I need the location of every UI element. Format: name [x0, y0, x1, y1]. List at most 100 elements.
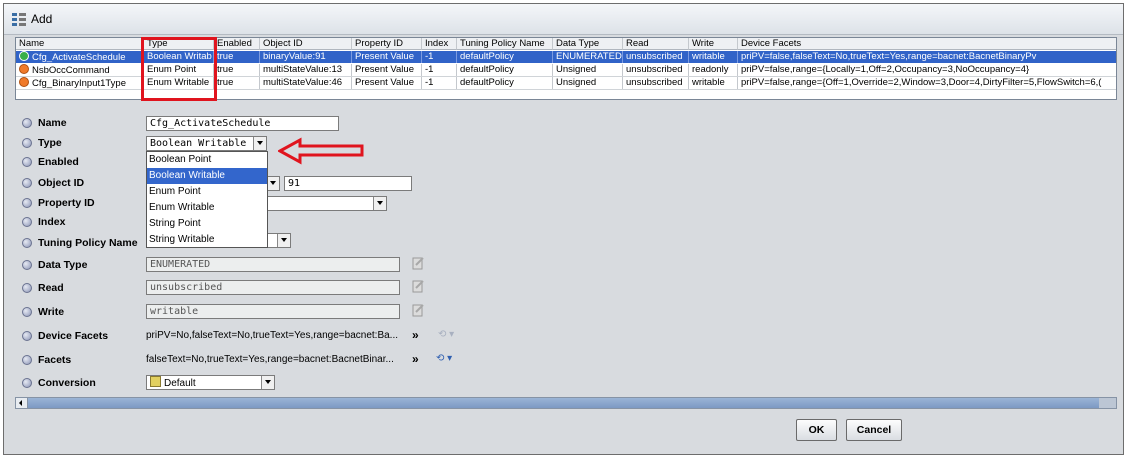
add-points-icon [12, 13, 26, 26]
chevron-down-icon[interactable] [277, 234, 290, 247]
radio-icon [22, 331, 32, 341]
cell-data-type: Unsigned [553, 77, 623, 89]
chevron-down-icon[interactable] [373, 197, 386, 210]
label-property-id: Property ID [38, 197, 95, 209]
facets-edit-disabled-icon: ⟲ ▾ [438, 329, 455, 340]
dialog-title: Add [31, 12, 53, 26]
cell-index: -1 [422, 64, 457, 76]
object-instance-input[interactable]: 91 [284, 176, 412, 191]
device-facets-value: priPV=No,falseText=No,trueText=Yes,range… [146, 330, 399, 341]
col-header-read[interactable]: Read [623, 38, 689, 50]
annotation-arrow-icon [278, 137, 364, 165]
facets-expand-button[interactable]: » [412, 352, 419, 366]
green-status-icon [19, 51, 29, 61]
label-name: Name [38, 117, 67, 129]
col-header-write[interactable]: Write [689, 38, 738, 50]
col-header-object-id[interactable]: Object ID [260, 38, 352, 50]
cell-data-type: Unsigned [553, 64, 623, 76]
label-write: Write [38, 306, 65, 318]
type-option[interactable]: Boolean Point [147, 152, 267, 168]
scroll-left-arrow-icon[interactable] [16, 398, 28, 408]
chevron-down-icon[interactable] [261, 376, 274, 389]
label-type: Type [38, 137, 62, 149]
radio-icon [22, 283, 32, 293]
cell-object-id: multiStateValue:46 [260, 77, 352, 89]
cell-write: writable [689, 51, 738, 63]
write-field: writable [146, 304, 400, 319]
cell-tuning: defaultPolicy [457, 64, 553, 76]
radio-icon [22, 355, 32, 365]
cell-object-id: multiStateValue:13 [260, 64, 352, 76]
radio-icon [22, 118, 32, 128]
annotation-highlight-box [141, 37, 217, 101]
radio-icon [22, 307, 32, 317]
label-device-facets: Device Facets [38, 330, 109, 342]
cell-index: -1 [422, 77, 457, 89]
cell-enabled: true [214, 51, 260, 63]
col-header-data-type[interactable]: Data Type [553, 38, 623, 50]
type-option[interactable]: String Point [147, 216, 267, 232]
cell-enabled: true [214, 77, 260, 89]
edit-disabled-icon [412, 257, 424, 270]
radio-icon [22, 217, 32, 227]
read-field: unsubscribed [146, 280, 400, 295]
label-conversion: Conversion [38, 377, 96, 389]
orange-status-icon [19, 64, 29, 74]
device-facets-expand-button[interactable]: » [412, 328, 419, 342]
cell-tuning: defaultPolicy [457, 77, 553, 89]
cell-write: readonly [689, 64, 738, 76]
cell-enabled: true [214, 64, 260, 76]
cell-device-facets: priPV=false,range={Locally=1,Off=2,Occup… [741, 64, 1030, 75]
radio-icon [22, 378, 32, 388]
radio-icon [22, 178, 32, 188]
col-header-property-id[interactable]: Property ID [352, 38, 422, 50]
cell-read: unsubscribed [623, 51, 689, 63]
radio-icon [22, 157, 32, 167]
label-tuning: Tuning Policy Name [38, 237, 138, 249]
type-option[interactable]: Enum Writable [147, 200, 267, 216]
conversion-select[interactable]: Default [146, 375, 275, 390]
label-read: Read [38, 282, 64, 294]
dialog-titlebar: Add [4, 4, 1123, 35]
col-header-index[interactable]: Index [422, 38, 457, 50]
type-option[interactable]: String Writable [147, 232, 267, 248]
facets-edit-icon[interactable]: ⟲ ▾ [436, 353, 452, 364]
chevron-down-icon[interactable] [253, 137, 266, 150]
radio-icon [22, 138, 32, 148]
type-select[interactable]: Boolean Writable [146, 136, 267, 151]
label-enabled: Enabled [38, 156, 79, 168]
type-select-value: Boolean Writable [150, 138, 247, 149]
label-data-type: Data Type [38, 259, 88, 271]
cell-device-facets: priPV=false,falseText=No,trueText=Yes,ra… [741, 51, 1037, 62]
cell-read: unsubscribed [623, 64, 689, 76]
data-type-field: ENUMERATED [146, 257, 400, 272]
orange-status-icon [19, 77, 29, 87]
type-option[interactable]: Enum Point [147, 184, 267, 200]
cell-device-facets: priPV=false,range={Off=1,Override=2,Wind… [741, 77, 1102, 88]
edit-disabled-icon [412, 280, 424, 293]
col-header-tuning[interactable]: Tuning Policy Name [457, 38, 553, 50]
cell-tuning: defaultPolicy [457, 51, 553, 63]
cell-property-id: Present Value [352, 77, 422, 89]
scrollbar-thumb[interactable] [28, 398, 1099, 408]
col-header-device-facets[interactable]: Device Facets [738, 38, 1116, 50]
cell-data-type: ENUMERATED [553, 51, 623, 63]
col-header-enabled[interactable]: Enabled [214, 38, 260, 50]
edit-disabled-icon [412, 304, 424, 317]
cell-index: -1 [422, 51, 457, 63]
name-input[interactable]: Cfg_ActivateSchedule [146, 116, 339, 131]
col-header-name[interactable]: Name [16, 38, 144, 50]
type-option-selected[interactable]: Boolean Writable [147, 168, 267, 184]
radio-icon [22, 238, 32, 248]
cell-property-id: Present Value [352, 51, 422, 63]
facets-value: falseText=No,trueText=Yes,range=bacnet:B… [146, 354, 394, 365]
radio-icon [22, 260, 32, 270]
label-facets: Facets [38, 354, 72, 366]
cancel-button[interactable]: Cancel [846, 419, 902, 441]
cell-write: writable [689, 77, 738, 89]
type-dropdown-list: Boolean Point Boolean Writable Enum Poin… [146, 151, 268, 248]
horizontal-scrollbar[interactable] [15, 397, 1117, 409]
cell-read: unsubscribed [623, 77, 689, 89]
ok-button[interactable]: OK [796, 419, 837, 441]
default-conversion-icon [150, 376, 161, 387]
